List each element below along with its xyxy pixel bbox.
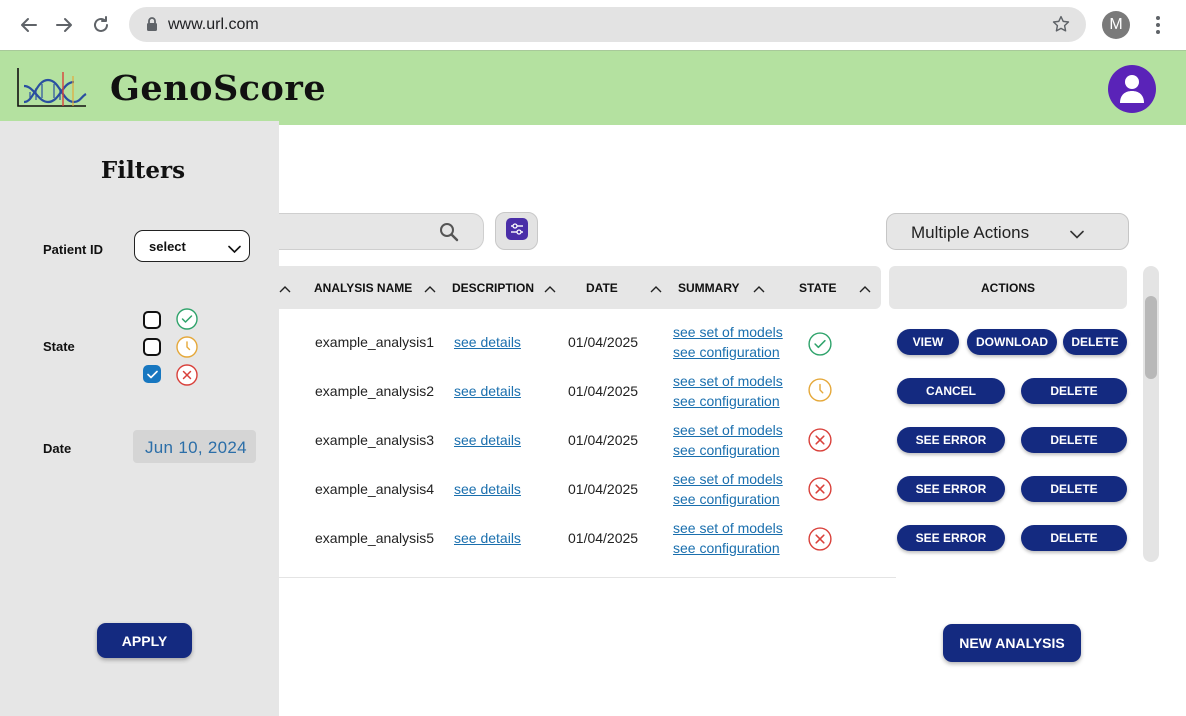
- description-link[interactable]: see details: [454, 334, 521, 350]
- sliders-icon: [505, 217, 528, 245]
- delete-button[interactable]: DELETE: [1021, 525, 1127, 551]
- description-link[interactable]: see details: [454, 432, 521, 448]
- analysis-date: 01/04/2025: [568, 432, 639, 448]
- actions-column-header: ACTIONS: [889, 266, 1127, 309]
- analysis-date: 01/04/2025: [568, 383, 639, 399]
- description-link[interactable]: see details: [454, 530, 521, 546]
- models-link[interactable]: see set of models: [673, 422, 783, 438]
- analysis-date: 01/04/2025: [568, 481, 639, 497]
- reload-icon[interactable]: [89, 13, 113, 37]
- analysis-date: 01/04/2025: [568, 530, 639, 546]
- filters-title: Filters: [100, 157, 186, 184]
- date-value: Jun 10, 2024: [145, 438, 247, 457]
- see-error-button[interactable]: SEE ERROR: [897, 427, 1005, 453]
- patient-id-select[interactable]: select: [134, 230, 250, 262]
- search-icon[interactable]: [439, 222, 459, 247]
- error-x-icon: [176, 364, 198, 386]
- state-success-checkbox[interactable]: [143, 311, 161, 329]
- models-link[interactable]: see set of models: [673, 324, 783, 340]
- sort-icon[interactable]: [650, 281, 662, 293]
- state-error-checkbox[interactable]: [143, 365, 161, 383]
- delete-button[interactable]: DELETE: [1021, 427, 1127, 453]
- pending-clock-icon: [176, 336, 198, 358]
- view-button[interactable]: VIEW: [897, 329, 959, 355]
- date-picker-field[interactable]: Jun 10, 2024: [133, 430, 256, 463]
- configuration-link[interactable]: see configuration: [673, 344, 780, 360]
- table-bottom-divider: [279, 577, 896, 578]
- see-error-button[interactable]: SEE ERROR: [897, 476, 1005, 502]
- address-bar[interactable]: www.url.com: [129, 7, 1086, 42]
- analysis-name: example_analysis5: [315, 530, 435, 546]
- browser-menu-icon[interactable]: [1152, 13, 1164, 37]
- dna-chart-logo-icon: [16, 66, 88, 113]
- patient-id-select-value: select: [149, 239, 186, 254]
- error-x-icon: [808, 527, 832, 551]
- user-avatar-icon[interactable]: [1108, 65, 1156, 113]
- sort-icon[interactable]: [279, 281, 291, 293]
- analysis-name: example_analysis2: [315, 383, 435, 399]
- sort-icon[interactable]: [424, 281, 436, 293]
- url-text: www.url.com: [168, 16, 259, 33]
- actions-header-label: ACTIONS: [981, 281, 1035, 295]
- lock-icon: [146, 17, 158, 36]
- bookmark-star-icon[interactable]: [1052, 15, 1070, 38]
- download-button[interactable]: DOWNLOAD: [967, 329, 1057, 355]
- column-header-analysis-name[interactable]: ANALYSIS NAME: [314, 281, 412, 295]
- error-x-icon: [808, 428, 832, 452]
- configuration-link[interactable]: see configuration: [673, 442, 780, 458]
- column-header-state[interactable]: STATE: [799, 281, 837, 295]
- models-link[interactable]: see set of models: [673, 471, 783, 487]
- cancel-button[interactable]: CANCEL: [897, 378, 1005, 404]
- configuration-link[interactable]: see configuration: [673, 540, 780, 556]
- delete-button[interactable]: DELETE: [1021, 476, 1127, 502]
- browser-toolbar: www.url.com M: [0, 0, 1186, 50]
- column-header-summary[interactable]: SUMMARY: [678, 281, 740, 295]
- chevron-down-icon: [1070, 226, 1084, 244]
- app-header: GenoScore: [0, 50, 1186, 125]
- delete-button[interactable]: DELETE: [1021, 378, 1127, 404]
- table-scrollbar-thumb[interactable]: [1145, 296, 1157, 379]
- date-label: Date: [43, 441, 72, 456]
- analysis-date: 01/04/2025: [568, 334, 639, 350]
- analysis-name: example_analysis4: [315, 481, 435, 497]
- pending-clock-icon: [808, 378, 832, 402]
- configuration-link[interactable]: see configuration: [673, 491, 780, 507]
- description-link[interactable]: see details: [454, 383, 521, 399]
- analysis-name: example_analysis1: [315, 334, 435, 350]
- browser-profile-avatar[interactable]: M: [1102, 11, 1130, 39]
- multiple-actions-dropdown[interactable]: Multiple Actions: [886, 213, 1129, 250]
- models-link[interactable]: see set of models: [673, 520, 783, 536]
- chevron-down-icon: [228, 241, 241, 259]
- see-error-button[interactable]: SEE ERROR: [897, 525, 1005, 551]
- apply-button[interactable]: APPLY: [97, 623, 192, 658]
- sort-icon[interactable]: [544, 281, 556, 293]
- forward-arrow-icon[interactable]: [52, 13, 76, 37]
- table-header: ANALYSIS NAME DESCRIPTION DATE SUMMARY S…: [279, 266, 881, 309]
- models-link[interactable]: see set of models: [673, 373, 783, 389]
- delete-button[interactable]: DELETE: [1063, 329, 1127, 355]
- analysis-name: example_analysis3: [315, 432, 435, 448]
- column-header-description[interactable]: DESCRIPTION: [452, 281, 534, 295]
- multiple-actions-label: Multiple Actions: [911, 223, 1030, 242]
- filter-toggle-button[interactable]: [495, 212, 538, 250]
- success-check-icon: [808, 332, 832, 356]
- new-analysis-button[interactable]: NEW ANALYSIS: [943, 624, 1081, 662]
- app-title: GenoScore: [110, 68, 327, 109]
- state-label: State: [43, 339, 75, 354]
- back-arrow-icon[interactable]: [17, 13, 41, 37]
- filters-panel: Filters Patient ID select State Date Jun…: [0, 121, 279, 716]
- error-x-icon: [808, 477, 832, 501]
- state-pending-checkbox[interactable]: [143, 338, 161, 356]
- description-link[interactable]: see details: [454, 481, 521, 497]
- column-header-date[interactable]: DATE: [586, 281, 618, 295]
- search-input[interactable]: [279, 213, 484, 250]
- sort-icon[interactable]: [753, 281, 765, 293]
- patient-id-label: Patient ID: [43, 242, 103, 257]
- sort-icon[interactable]: [859, 281, 871, 293]
- configuration-link[interactable]: see configuration: [673, 393, 780, 409]
- success-check-icon: [176, 308, 198, 330]
